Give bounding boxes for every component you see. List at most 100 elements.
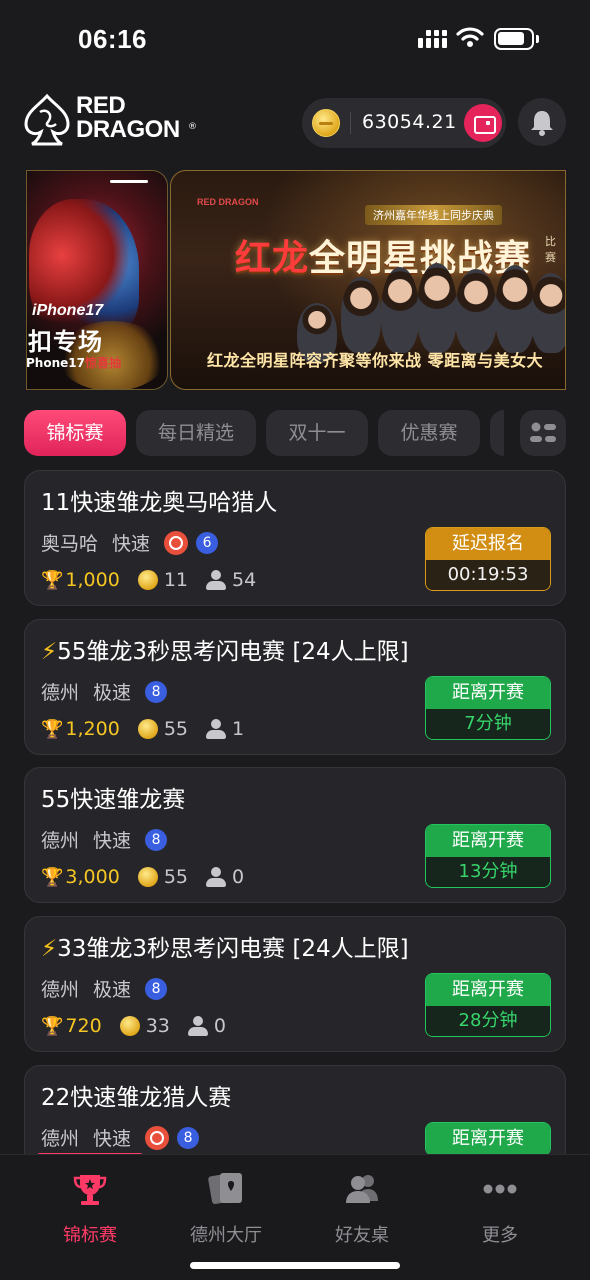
- cellular-signal-icon: [418, 30, 447, 48]
- coin-icon: [312, 109, 340, 137]
- game-type: 德州: [41, 682, 80, 704]
- entry-fee: 33: [145, 1015, 170, 1037]
- status-label: 延迟报名: [426, 528, 550, 560]
- game-type: 德州: [41, 830, 80, 852]
- banner-tag: 济州嘉年华线上同步庆典: [365, 205, 502, 225]
- trophy-icon: 🏆: [41, 1015, 64, 1037]
- tournament-meta: 德州 快速 8: [41, 826, 168, 853]
- banner-left-text: iPhone17 扣专场 Phone17惊喜抽: [26, 0, 168, 400]
- trophy-icon: 🏆: [41, 569, 64, 591]
- tournament-card[interactable]: 11快速雏龙奥马哈猎人 奥马哈 快速 6 🏆 1,000 11 54 延迟报名 …: [24, 470, 566, 606]
- tournament-title-text: 22快速雏龙猎人赛: [41, 1085, 232, 1111]
- tournament-card[interactable]: 55快速雏龙赛 德州 快速 8 🏆 3,000 55 0 距离开赛 13分钟: [24, 767, 566, 903]
- prize-pool: 1,000: [65, 569, 120, 591]
- status-countdown: 13分钟: [426, 857, 550, 887]
- status-label: 距离开赛: [426, 1123, 550, 1155]
- wallet-balance[interactable]: 63054.21: [302, 98, 506, 148]
- start-countdown-button[interactable]: 距离开赛: [425, 1122, 551, 1156]
- start-countdown-button[interactable]: 距离开赛 28分钟: [425, 973, 551, 1037]
- notification-button[interactable]: [518, 98, 566, 146]
- balance-amount: 63054.21: [362, 111, 457, 133]
- filter-button[interactable]: [520, 410, 566, 456]
- tournament-stats: 🏆 1,200 55 1: [41, 718, 244, 740]
- tab-overflow[interactable]: [490, 410, 504, 456]
- bounty-target-icon: [164, 530, 189, 555]
- prize-pool: 720: [65, 1015, 102, 1037]
- speed-type: 极速: [93, 682, 132, 704]
- tournament-stats: 🏆 720 33 0: [41, 1015, 226, 1037]
- filter-icon: [530, 422, 556, 442]
- tournament-card[interactable]: ⚡33雏龙3秒思考闪电赛 [24人上限] 德州 极速 8 🏆 720 33 0 …: [24, 916, 566, 1052]
- nav-more[interactable]: 更多: [440, 1169, 560, 1247]
- player-icon: [187, 1016, 208, 1036]
- banner-left-line3-prefix: Phone17: [26, 356, 85, 370]
- nav-label: 更多: [482, 1225, 518, 1246]
- tournament-title: 11快速雏龙奥马哈猎人: [41, 483, 277, 517]
- player-count: 1: [232, 718, 245, 740]
- tournament-card[interactable]: ⚡55雏龙3秒思考闪电赛 [24人上限] 德州 极速 8 🏆 1,200 55 …: [24, 619, 566, 755]
- battery-icon: [494, 28, 539, 50]
- game-type: 德州: [41, 1128, 80, 1150]
- start-countdown-button[interactable]: 距离开赛 7分钟: [425, 676, 551, 740]
- home-indicator[interactable]: [190, 1262, 400, 1269]
- tournament-tabs: 锦标赛 每日精选 双十一 优惠赛: [24, 410, 590, 456]
- status-label: 距离开赛: [426, 974, 550, 1006]
- seats-badge: 6: [196, 531, 219, 554]
- trophy-icon: 🏆: [41, 866, 64, 888]
- tournament-meta: 德州 极速 8: [41, 678, 168, 705]
- nav-championship[interactable]: 锦标赛: [30, 1169, 150, 1247]
- players-photo: [297, 263, 565, 363]
- cards-icon: [208, 1173, 242, 1205]
- bounty-target-icon: [145, 1125, 170, 1150]
- tab-daily-picks[interactable]: 每日精选: [136, 410, 256, 456]
- status-countdown: 7分钟: [426, 709, 550, 739]
- tournament-meta: 奥马哈 快速 6: [41, 529, 219, 556]
- tournament-meta: 德州 极速 8: [41, 975, 168, 1002]
- seats-badge: 8: [145, 828, 168, 851]
- bell-icon: [531, 111, 553, 136]
- entry-fee: 55: [163, 866, 189, 888]
- coin-icon: [137, 570, 158, 590]
- promo-banner-allstar[interactable]: RED DRAGON 济州嘉年华线上同步庆典 红龙全明星挑战赛 比赛 报 红龙全…: [170, 170, 566, 390]
- status-countdown: 00:19:53: [426, 560, 550, 590]
- wallet-icon[interactable]: [464, 104, 502, 142]
- start-countdown-button[interactable]: 距离开赛 13分钟: [425, 824, 551, 888]
- tab-double-eleven[interactable]: 双十一: [266, 410, 368, 456]
- speed-type: 快速: [93, 1128, 132, 1150]
- nav-friends-table[interactable]: 好友桌: [302, 1169, 422, 1247]
- tournament-title: 55快速雏龙赛: [41, 780, 185, 814]
- tournament-title: ⚡55雏龙3秒思考闪电赛 [24人上限]: [41, 632, 409, 666]
- speed-type: 快速: [93, 830, 132, 852]
- status-countdown: 28分钟: [426, 1006, 550, 1036]
- tournament-title-text: 33雏龙3秒思考闪电赛 [24人上限]: [57, 936, 409, 962]
- tournament-title-text: 11快速雏龙奥马哈猎人: [41, 490, 278, 516]
- banner-indicator: [110, 180, 148, 183]
- seats-badge: 8: [145, 977, 168, 1000]
- nav-label: 德州大厅: [190, 1225, 262, 1246]
- nav-holdem-lobby[interactable]: 德州大厅: [166, 1169, 286, 1247]
- player-icon: [206, 867, 227, 887]
- status-label: 距离开赛: [426, 825, 550, 857]
- entry-fee: 55: [163, 718, 189, 740]
- late-register-button[interactable]: 延迟报名 00:19:53: [425, 527, 551, 591]
- seats-badge: 8: [145, 680, 168, 703]
- speed-type: 极速: [93, 979, 132, 1001]
- tab-discount[interactable]: 优惠赛: [378, 410, 480, 456]
- banner-logo: RED DRAGON: [197, 197, 259, 207]
- trophy-icon: 🏆: [41, 718, 64, 740]
- player-count: 0: [232, 866, 245, 888]
- banner-bottom-text: 红龙全明星阵容齐聚等你来战 零距离与美女大: [207, 351, 544, 370]
- banner-left-line1: iPhone17: [32, 302, 104, 319]
- player-icon: [206, 719, 227, 739]
- player-count: 0: [213, 1015, 226, 1037]
- tournament-stats: 🏆 1,000 11 54: [41, 569, 256, 591]
- player-count: 54: [232, 569, 257, 591]
- divider: [350, 112, 351, 134]
- coin-icon: [137, 719, 158, 739]
- speed-type: 快速: [112, 533, 151, 555]
- game-type: 奥马哈: [41, 533, 99, 555]
- wifi-icon: [456, 27, 484, 47]
- tab-championship[interactable]: 锦标赛: [24, 410, 126, 456]
- banner-title-red: 红龙: [235, 238, 310, 279]
- tournament-title-text: 55快速雏龙赛: [41, 787, 186, 813]
